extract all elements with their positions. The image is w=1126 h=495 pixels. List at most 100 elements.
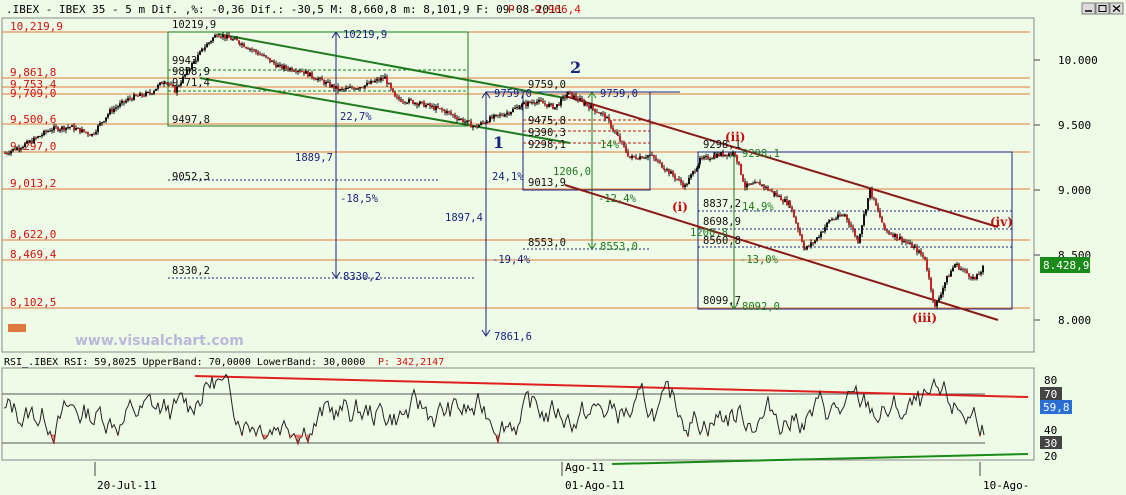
candle-body bbox=[155, 88, 157, 91]
candle-body bbox=[732, 152, 734, 155]
candle-body bbox=[924, 256, 926, 260]
candle-body bbox=[53, 126, 55, 131]
candle-body bbox=[976, 274, 978, 280]
candle-body bbox=[676, 178, 678, 180]
candle-body bbox=[839, 214, 841, 217]
candle-body bbox=[26, 141, 28, 144]
candle-body bbox=[433, 105, 435, 110]
candle-body bbox=[608, 117, 610, 121]
candle-body bbox=[220, 37, 222, 39]
maximize-button[interactable] bbox=[1095, 2, 1110, 15]
candle-body bbox=[909, 242, 911, 244]
candle-body bbox=[540, 99, 542, 102]
candle-body bbox=[57, 127, 59, 131]
candle-body bbox=[631, 155, 633, 158]
candle-body bbox=[888, 231, 890, 234]
candle-body bbox=[127, 98, 129, 101]
candle-body bbox=[896, 234, 898, 239]
candle-body bbox=[6, 153, 8, 155]
candle-body bbox=[928, 270, 930, 278]
candle-body bbox=[41, 134, 43, 137]
candle-body bbox=[659, 161, 661, 163]
candle-body bbox=[462, 118, 464, 123]
candle-body bbox=[718, 153, 720, 157]
candle-body bbox=[594, 108, 596, 112]
candle-body bbox=[51, 130, 53, 132]
candle-body bbox=[627, 151, 629, 157]
candle-body bbox=[592, 105, 594, 109]
candle-body bbox=[117, 106, 119, 108]
candle-body bbox=[657, 160, 659, 162]
wave-label-1: 1 bbox=[493, 133, 504, 152]
candle-body bbox=[506, 112, 508, 115]
wave-label-i: (i) bbox=[672, 200, 688, 214]
candle-body bbox=[886, 230, 888, 232]
candle-body bbox=[259, 54, 261, 56]
candle-body bbox=[161, 82, 163, 85]
candle-body bbox=[534, 103, 536, 105]
candle-body bbox=[960, 268, 962, 270]
candle-body bbox=[59, 129, 61, 131]
candle-body bbox=[335, 86, 337, 89]
candle-body bbox=[596, 111, 598, 113]
candle-body bbox=[355, 88, 357, 90]
wave-label-iii: (iii) bbox=[912, 311, 937, 325]
candle-body bbox=[446, 111, 448, 114]
rsi-tick-label: 80 bbox=[1044, 374, 1057, 387]
candle-body bbox=[645, 157, 647, 159]
candle-body bbox=[305, 70, 307, 74]
candle-body bbox=[129, 98, 131, 100]
candle-body bbox=[808, 246, 810, 248]
candle-body bbox=[81, 129, 83, 133]
minimize-button[interactable] bbox=[1081, 2, 1096, 15]
candle-body bbox=[799, 229, 801, 235]
candle-body bbox=[285, 65, 287, 69]
candle-body bbox=[370, 80, 372, 84]
candle-body bbox=[978, 274, 980, 276]
candle-body bbox=[877, 205, 879, 211]
price-tick-label: 8.000 bbox=[1058, 314, 1091, 327]
candle-body bbox=[323, 80, 325, 85]
candle-body bbox=[588, 105, 590, 109]
candle-body bbox=[980, 272, 982, 275]
candle-body bbox=[303, 71, 305, 74]
candle-body bbox=[444, 110, 446, 114]
annotation-label: -19,4% bbox=[492, 254, 531, 266]
candle-body bbox=[791, 206, 793, 210]
candle-body bbox=[964, 269, 966, 271]
wave-label-2: 2 bbox=[570, 58, 581, 77]
candle-body bbox=[419, 101, 421, 104]
rsi-tick-label: 40 bbox=[1044, 424, 1057, 437]
candle-body bbox=[450, 112, 452, 115]
candle-body bbox=[400, 99, 402, 102]
candle-body bbox=[20, 148, 22, 150]
annotation-label: 1889,7 bbox=[295, 152, 333, 164]
candle-body bbox=[234, 38, 236, 40]
candle-body bbox=[89, 134, 91, 136]
candle-body bbox=[529, 101, 531, 103]
candle-body bbox=[406, 102, 408, 104]
candle-body bbox=[24, 143, 26, 147]
candle-body bbox=[621, 141, 623, 143]
candle-body bbox=[655, 157, 657, 161]
candle-body bbox=[816, 237, 818, 241]
candle-body bbox=[604, 113, 606, 119]
candle-body bbox=[558, 104, 560, 106]
candle-body bbox=[514, 107, 516, 109]
candle-body bbox=[441, 108, 443, 110]
candle-body bbox=[835, 218, 837, 220]
candle-body bbox=[368, 82, 370, 84]
rsi-tick-label: 20 bbox=[1044, 450, 1057, 463]
candle-body bbox=[239, 43, 241, 45]
candle-body bbox=[920, 250, 922, 255]
candle-body bbox=[307, 70, 309, 77]
candle-body bbox=[789, 201, 791, 207]
candle-body bbox=[890, 233, 892, 235]
candle-body bbox=[37, 136, 39, 138]
candle-body bbox=[402, 101, 404, 103]
candle-body bbox=[121, 100, 123, 104]
candle-body bbox=[686, 184, 688, 186]
candle-body bbox=[637, 158, 639, 160]
candle-body bbox=[222, 35, 224, 38]
candle-body bbox=[289, 68, 291, 70]
